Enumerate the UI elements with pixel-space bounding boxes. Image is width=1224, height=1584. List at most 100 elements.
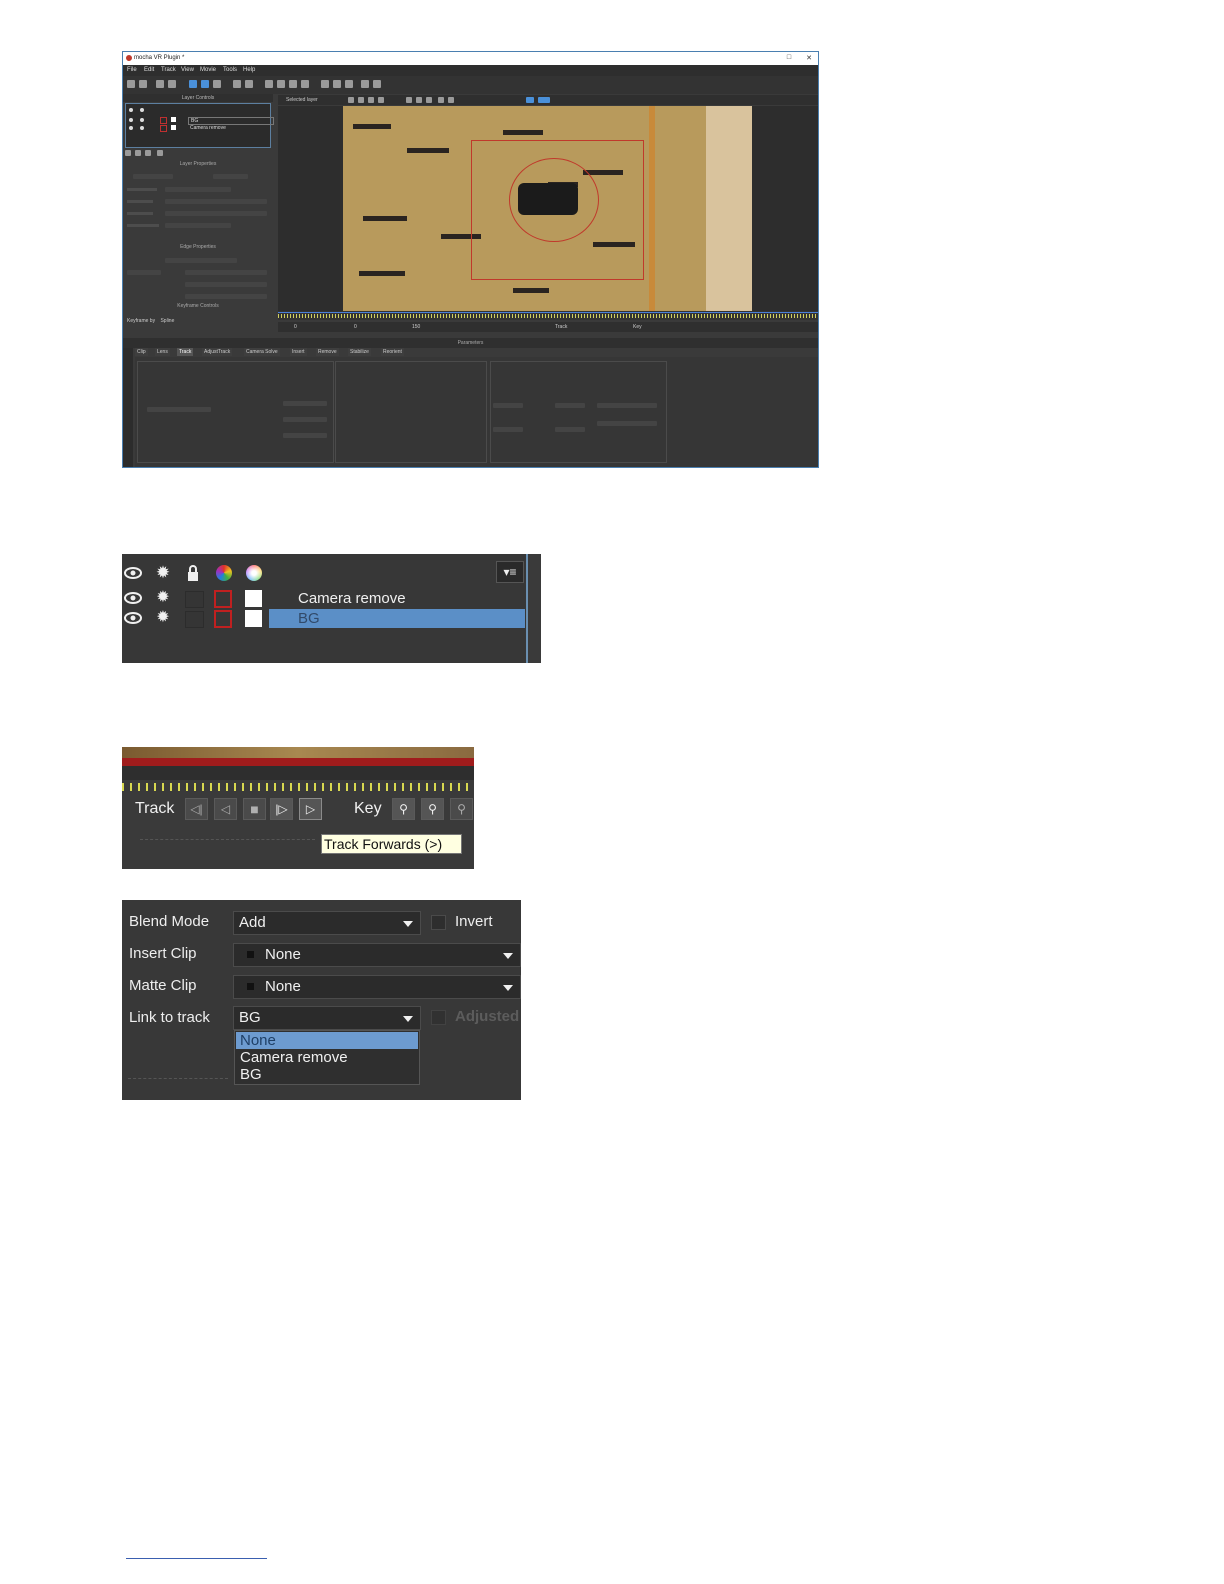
layer-row-bg[interactable]: BG bbox=[269, 609, 525, 628]
viewer-mode-icon[interactable] bbox=[538, 97, 550, 103]
tab-stabilize[interactable]: Stabilize bbox=[348, 348, 371, 356]
track-forwards-button[interactable]: ▷ bbox=[299, 798, 322, 820]
layer-matte-color-swatch[interactable] bbox=[245, 610, 262, 627]
frame-current-field[interactable]: 0 bbox=[354, 324, 357, 330]
add-spline-tool-icon[interactable] bbox=[289, 80, 297, 88]
menu-tools[interactable]: Tools bbox=[223, 67, 237, 73]
tab-lens[interactable]: Lens bbox=[155, 348, 170, 356]
tab-reorient[interactable]: Reorient bbox=[381, 348, 404, 356]
timeline[interactable] bbox=[278, 311, 818, 320]
menu-file[interactable]: File bbox=[127, 67, 137, 73]
gear-icon[interactable] bbox=[140, 126, 144, 130]
crosshair-tool-icon[interactable] bbox=[361, 80, 369, 88]
layer-matte-swatch[interactable] bbox=[171, 117, 176, 122]
track-forwards-one-frame-button[interactable]: |▷ bbox=[270, 798, 293, 820]
layer-matte-swatch[interactable] bbox=[171, 125, 176, 130]
select-multiple-tool-icon[interactable] bbox=[201, 80, 209, 88]
viewer-tool-icon[interactable] bbox=[406, 97, 412, 103]
brush-tool-icon[interactable] bbox=[321, 80, 329, 88]
rect-tool-icon[interactable] bbox=[333, 80, 341, 88]
surface-tool-icon[interactable] bbox=[373, 80, 381, 88]
save-icon[interactable] bbox=[139, 80, 147, 88]
adjusted-checkbox[interactable] bbox=[431, 1010, 446, 1025]
undo-icon[interactable] bbox=[156, 80, 164, 88]
viewer-tool-icon[interactable] bbox=[358, 97, 364, 103]
frame-start-field[interactable]: 0 bbox=[294, 324, 297, 330]
maximize-button[interactable]: □ bbox=[783, 54, 795, 63]
video-frame[interactable] bbox=[343, 106, 752, 311]
next-key-button[interactable]: ⚲ bbox=[421, 798, 444, 820]
invert-checkbox[interactable] bbox=[431, 915, 446, 930]
layer-delete-icon[interactable] bbox=[157, 150, 163, 156]
layer-select-dropdown[interactable]: Selected layer bbox=[286, 97, 318, 103]
viewer-tool-icon[interactable] bbox=[378, 97, 384, 103]
insert-clip-dropdown[interactable]: None bbox=[233, 943, 521, 967]
track-backwards-one-frame-button[interactable]: ◁| bbox=[185, 798, 208, 820]
layer-color-swatch[interactable] bbox=[160, 117, 167, 124]
tab-track[interactable]: Track bbox=[177, 348, 194, 356]
add-key-button[interactable]: ⚲ bbox=[450, 798, 473, 820]
open-icon[interactable] bbox=[127, 80, 135, 88]
dropdown-option-none[interactable]: None bbox=[236, 1032, 418, 1049]
viewer-mode-icon[interactable] bbox=[526, 97, 534, 103]
tab-clip[interactable]: Clip bbox=[135, 348, 148, 356]
layer-matte-color-swatch[interactable] bbox=[245, 590, 262, 607]
viewer-tool-icon[interactable] bbox=[416, 97, 422, 103]
keyframe-by-select[interactable]: Spline bbox=[160, 318, 174, 324]
viewer-toolbar: Selected layer bbox=[278, 95, 818, 105]
viewer-tool-icon[interactable] bbox=[348, 97, 354, 103]
layer-group-icon[interactable] bbox=[145, 150, 151, 156]
stop-tracking-button[interactable]: ■ bbox=[243, 798, 266, 820]
layer-duplicate-icon[interactable] bbox=[135, 150, 141, 156]
viewer-tool-icon[interactable] bbox=[448, 97, 454, 103]
link-to-track-dropdown[interactable]: BG bbox=[233, 1006, 421, 1030]
viewer-tool-icon[interactable] bbox=[368, 97, 374, 103]
viewer-tool-icon[interactable] bbox=[426, 97, 432, 103]
layer-menu-button[interactable]: ▾≡ bbox=[496, 561, 524, 583]
dropdown-option-camera-remove[interactable]: Camera remove bbox=[236, 1049, 418, 1066]
menu-view[interactable]: View bbox=[181, 67, 194, 73]
close-button[interactable]: ✕ bbox=[803, 54, 815, 63]
select-point-tool-icon[interactable] bbox=[213, 80, 221, 88]
tab-adjusttrack[interactable]: AdjustTrack bbox=[202, 348, 233, 356]
eye-icon[interactable] bbox=[129, 126, 133, 130]
layer-visibility-eye-icon[interactable] bbox=[123, 589, 143, 607]
timeline-range-bar[interactable] bbox=[122, 758, 474, 766]
add-bezier-tool-icon[interactable] bbox=[301, 80, 309, 88]
layer-row-bg[interactable]: BG bbox=[188, 117, 274, 125]
layer-color-swatch[interactable] bbox=[160, 125, 167, 132]
layer-color-swatch[interactable] bbox=[214, 590, 232, 608]
menu-edit[interactable]: Edit bbox=[144, 67, 154, 73]
track-backwards-button[interactable]: ◁ bbox=[214, 798, 237, 820]
tab-insert[interactable]: Insert bbox=[290, 348, 307, 356]
eye-icon[interactable] bbox=[129, 118, 133, 122]
menu-track[interactable]: Track bbox=[161, 67, 176, 73]
pan-tool-icon[interactable] bbox=[233, 80, 241, 88]
layer-lock-toggle[interactable] bbox=[185, 591, 204, 608]
frame-end-field[interactable]: 150 bbox=[412, 324, 420, 330]
layer-lock-toggle[interactable] bbox=[185, 611, 204, 628]
layer-row-camera-remove[interactable]: Camera remove bbox=[188, 125, 272, 131]
layer-row-camera-remove[interactable]: Camera remove bbox=[269, 589, 525, 608]
layer-visibility-eye-icon[interactable] bbox=[123, 609, 143, 627]
tab-remove[interactable]: Remove bbox=[316, 348, 339, 356]
circle-tool-icon[interactable] bbox=[345, 80, 353, 88]
gear-icon[interactable] bbox=[140, 118, 144, 122]
menu-help[interactable]: Help bbox=[243, 67, 255, 73]
layer-process-gear-icon[interactable]: ✹ bbox=[153, 609, 173, 627]
blend-mode-dropdown[interactable]: Add bbox=[233, 911, 421, 935]
matte-clip-dropdown[interactable]: None bbox=[233, 975, 521, 999]
dropdown-option-bg[interactable]: BG bbox=[236, 1066, 418, 1083]
layer-process-gear-icon[interactable]: ✹ bbox=[153, 589, 173, 607]
zoom-tool-icon[interactable] bbox=[245, 80, 253, 88]
layer-color-swatch[interactable] bbox=[214, 610, 232, 628]
redo-icon[interactable] bbox=[168, 80, 176, 88]
previous-key-button[interactable]: ⚲ bbox=[392, 798, 415, 820]
viewer-tool-icon[interactable] bbox=[438, 97, 444, 103]
menu-movie[interactable]: Movie bbox=[200, 67, 216, 73]
select-tool-icon[interactable] bbox=[189, 80, 197, 88]
spline-tool-icon[interactable] bbox=[265, 80, 273, 88]
bezier-tool-icon[interactable] bbox=[277, 80, 285, 88]
tab-camera-solve[interactable]: Camera Solve bbox=[244, 348, 280, 356]
layer-add-icon[interactable] bbox=[125, 150, 131, 156]
